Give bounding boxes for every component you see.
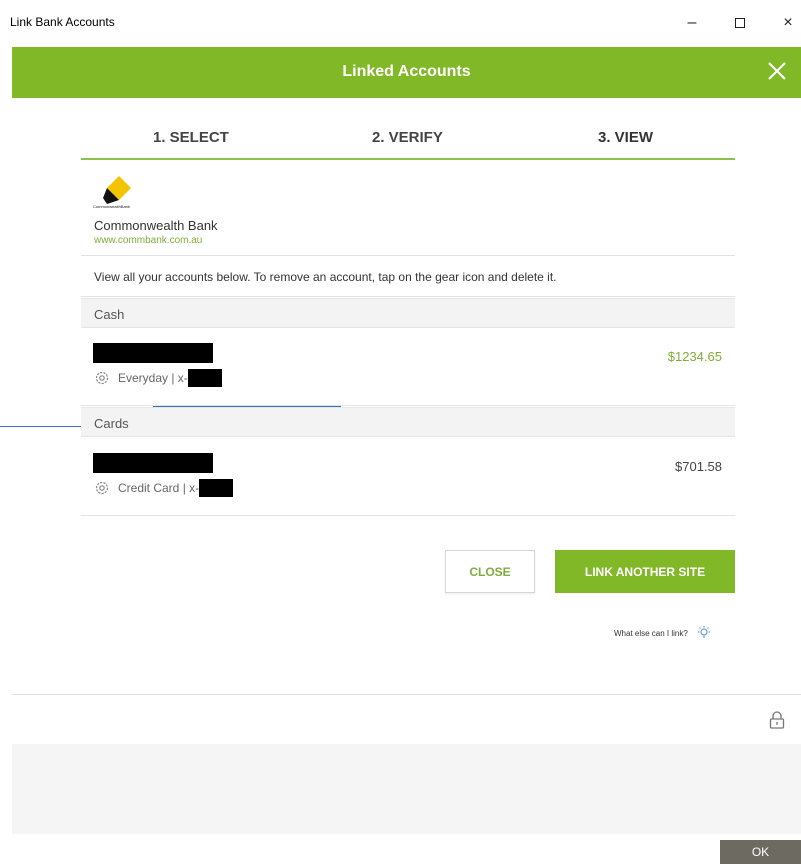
step-select: 1. SELECT (153, 129, 229, 146)
redacted-account-number (187, 369, 222, 387)
divider (12, 694, 801, 695)
redacted-account-name (93, 343, 213, 363)
help-link[interactable]: What else can I link? (614, 625, 712, 641)
dialog-close-icon[interactable] (765, 59, 789, 83)
account-subtitle: Everyday | x- (94, 369, 222, 387)
account-row-cards[interactable]: Credit Card | x- $701.58 (81, 438, 735, 516)
bank-url[interactable]: www.commbank.com.au (94, 235, 202, 246)
gear-icon[interactable] (94, 480, 110, 496)
bank-info: CommonwealthBank Commonwealth Bank www.c… (81, 162, 735, 256)
section-title: Cards (94, 416, 129, 431)
ok-button[interactable]: OK (720, 840, 801, 864)
footer-panel (12, 744, 801, 834)
redacted-account-name (93, 453, 213, 473)
help-text[interactable]: What else can I link? (614, 629, 688, 638)
account-type: Credit Card | x- (118, 481, 200, 495)
window-close-button[interactable]: × (774, 10, 801, 36)
lock-icon (769, 711, 785, 729)
step-verify: 2. VERIFY (372, 129, 443, 146)
account-balance: $701.58 (675, 459, 722, 474)
section-title: Cash (94, 307, 125, 322)
window-close-icon: × (783, 14, 793, 31)
account-subtitle: Credit Card | x- (94, 479, 234, 497)
section-header-cash: Cash (81, 298, 735, 328)
step-tabs: 1. SELECT 2. VERIFY 3. VIEW (81, 112, 735, 160)
instructions-text: View all your accounts below. To remove … (94, 270, 557, 284)
maximize-icon (735, 18, 745, 28)
instructions: View all your accounts below. To remove … (81, 257, 735, 297)
lightbulb-icon[interactable] (696, 625, 712, 641)
window-titlebar: Link Bank Accounts – × (0, 0, 801, 46)
minimize-button[interactable]: – (678, 10, 706, 36)
redacted-account-number (199, 479, 234, 497)
minimize-icon: – (687, 14, 697, 31)
window-title: Link Bank Accounts (10, 15, 115, 29)
maximize-button[interactable] (726, 10, 754, 36)
gear-icon[interactable] (94, 370, 110, 386)
account-balance: $1234.65 (667, 349, 722, 364)
step-view: 3. VIEW (598, 129, 654, 146)
close-button[interactable]: CLOSE (445, 550, 535, 593)
logo-caption: CommonwealthBank (93, 204, 130, 209)
commbank-logo (103, 176, 131, 204)
account-type: Everyday | x- (118, 371, 188, 385)
dialog-header: Linked Accounts (12, 47, 801, 98)
bank-name: Commonwealth Bank (94, 218, 218, 233)
section-header-cards: Cards (81, 407, 735, 437)
account-row-cash[interactable]: Everyday | x- $1234.65 (81, 328, 735, 406)
dialog-title: Linked Accounts (342, 63, 471, 80)
link-another-site-button[interactable]: LINK ANOTHER SITE (555, 550, 735, 593)
